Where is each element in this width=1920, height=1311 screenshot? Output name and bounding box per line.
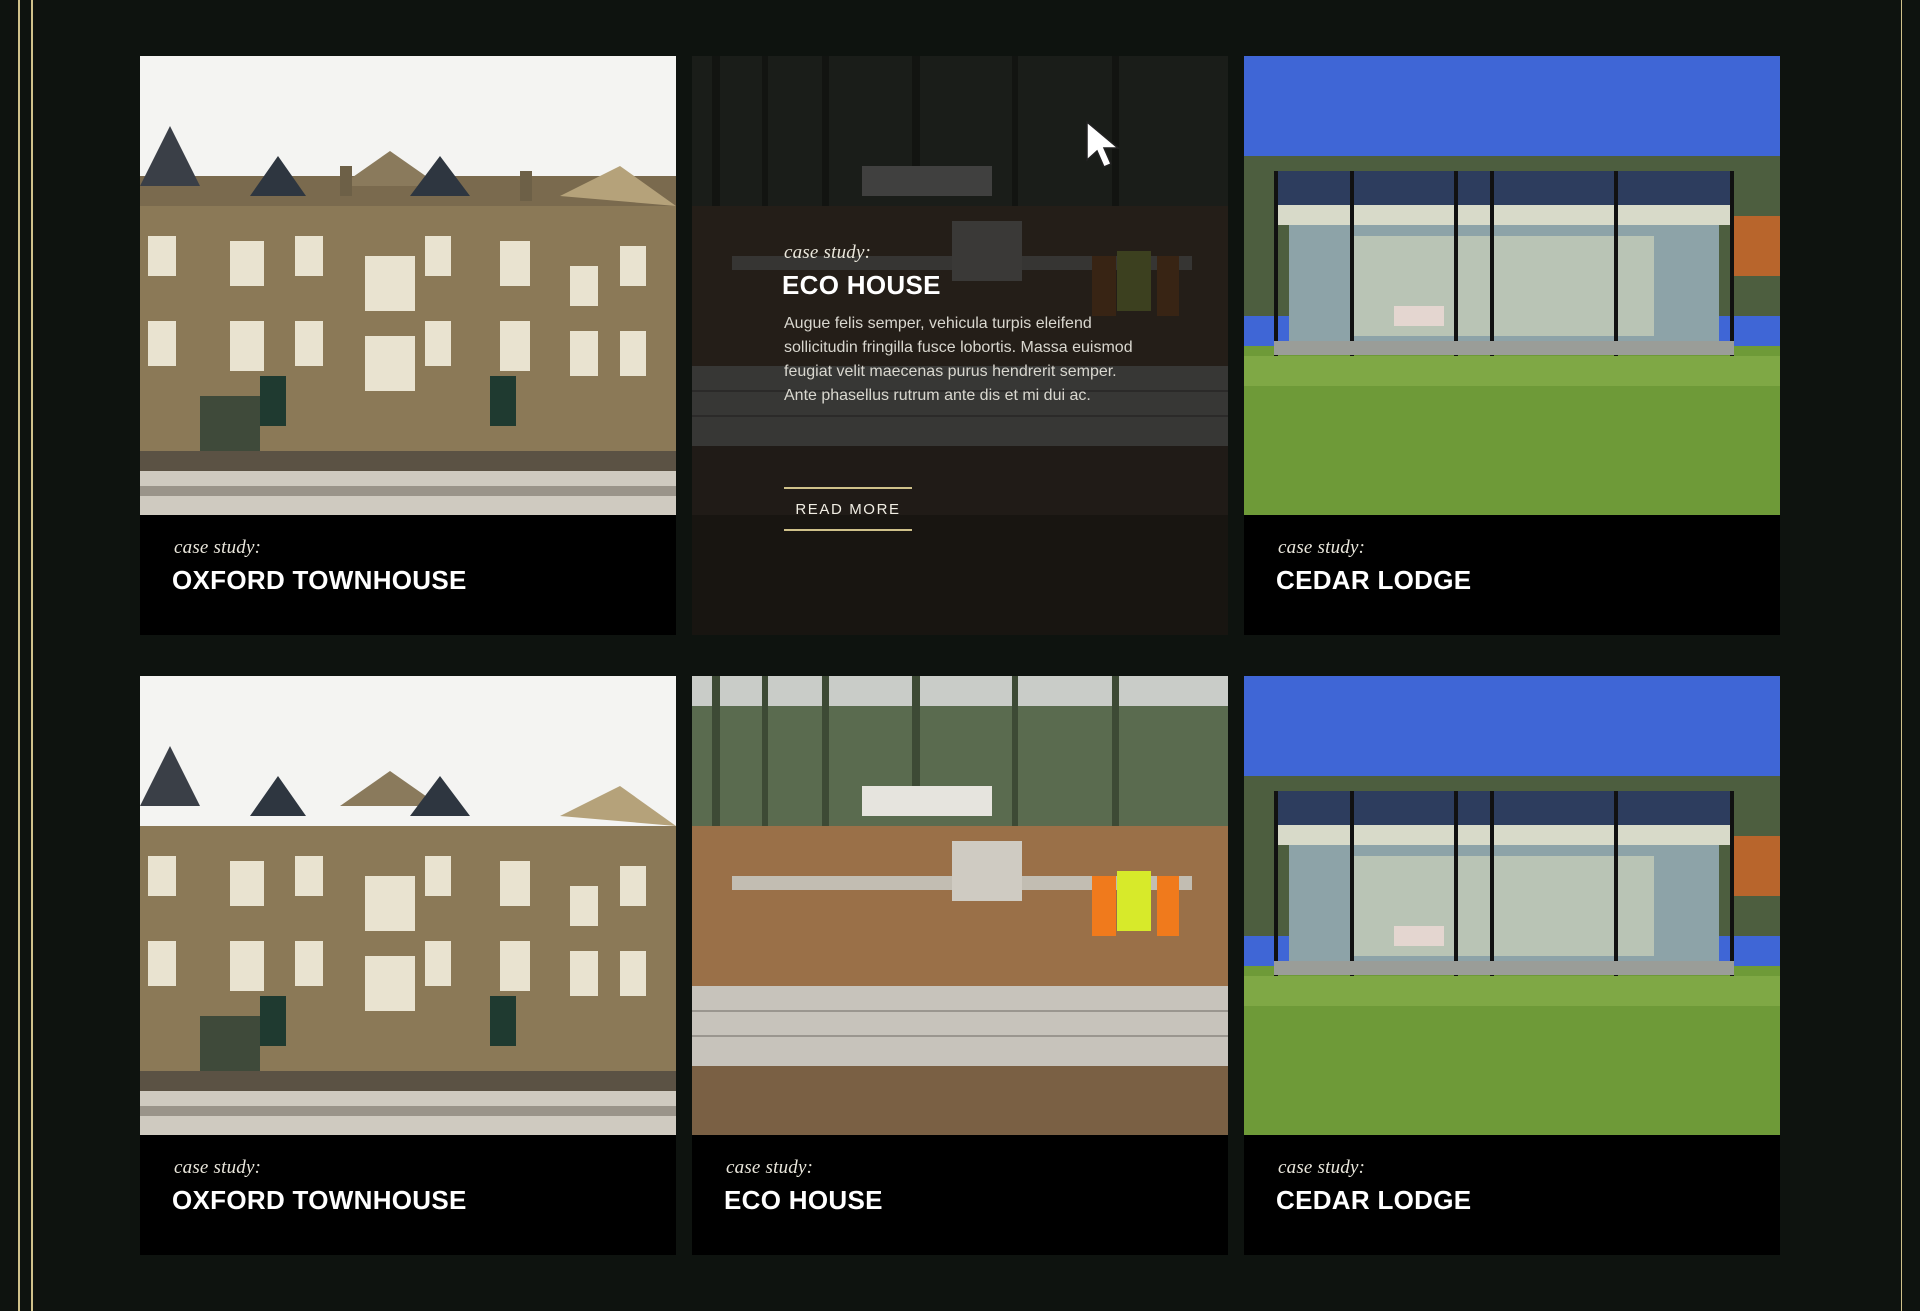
- card-kicker: case study:: [174, 1157, 262, 1178]
- glass-pavilion-photo: [1244, 676, 1780, 1135]
- card-caption: case study: CEDAR LODGE: [1244, 1135, 1780, 1255]
- card-title[interactable]: CEDAR LODGE: [1276, 565, 1471, 596]
- case-study-card-eco-house[interactable]: case study: ECO HOUSE Augue felis semper…: [692, 56, 1228, 635]
- frame-line-left: [18, 0, 20, 1311]
- card-title[interactable]: OXFORD TOWNHOUSE: [172, 1185, 467, 1216]
- case-study-card-eco-house-2[interactable]: case study: ECO HOUSE: [692, 676, 1228, 1255]
- townhouse-photo: [140, 56, 676, 515]
- card-title[interactable]: OXFORD TOWNHOUSE: [172, 565, 467, 596]
- card-description: Augue felis semper, vehicula turpis elei…: [784, 315, 1133, 404]
- card-title[interactable]: ECO HOUSE: [724, 1185, 883, 1216]
- construction-site-photo: [692, 676, 1228, 1135]
- frame-line-right: [1901, 0, 1902, 1311]
- hover-overlay: case study: ECO HOUSE Augue felis semper…: [692, 56, 1228, 635]
- card-kicker: case study:: [726, 1157, 814, 1178]
- case-study-card-cedar-lodge[interactable]: case study: CEDAR LODGE: [1244, 56, 1780, 635]
- case-study-card-oxford-townhouse[interactable]: case study: OXFORD TOWNHOUSE: [140, 56, 676, 635]
- townhouse-photo: [140, 676, 676, 1135]
- read-more-button[interactable]: READ MORE: [784, 487, 912, 531]
- card-kicker: case study:: [784, 242, 872, 263]
- frame-line-left-inner: [31, 0, 33, 1311]
- glass-pavilion-photo: [1244, 56, 1780, 515]
- case-study-card-oxford-townhouse-2[interactable]: case study: OXFORD TOWNHOUSE: [140, 676, 676, 1255]
- card-caption: case study: CEDAR LODGE: [1244, 515, 1780, 635]
- card-title[interactable]: CEDAR LODGE: [1276, 1185, 1471, 1216]
- card-title[interactable]: ECO HOUSE: [782, 270, 941, 301]
- card-caption: case study: OXFORD TOWNHOUSE: [140, 515, 676, 635]
- card-caption: case study: ECO HOUSE: [692, 1135, 1228, 1255]
- mouse-pointer-icon: [1086, 120, 1121, 168]
- case-study-card-cedar-lodge-2[interactable]: case study: CEDAR LODGE: [1244, 676, 1780, 1255]
- card-kicker: case study:: [174, 537, 262, 558]
- card-kicker: case study:: [1278, 1157, 1366, 1178]
- case-study-grid: case study: OXFORD TOWNHOUSE case study:…: [140, 56, 1780, 1255]
- card-kicker: case study:: [1278, 537, 1366, 558]
- card-caption: case study: OXFORD TOWNHOUSE: [140, 1135, 676, 1255]
